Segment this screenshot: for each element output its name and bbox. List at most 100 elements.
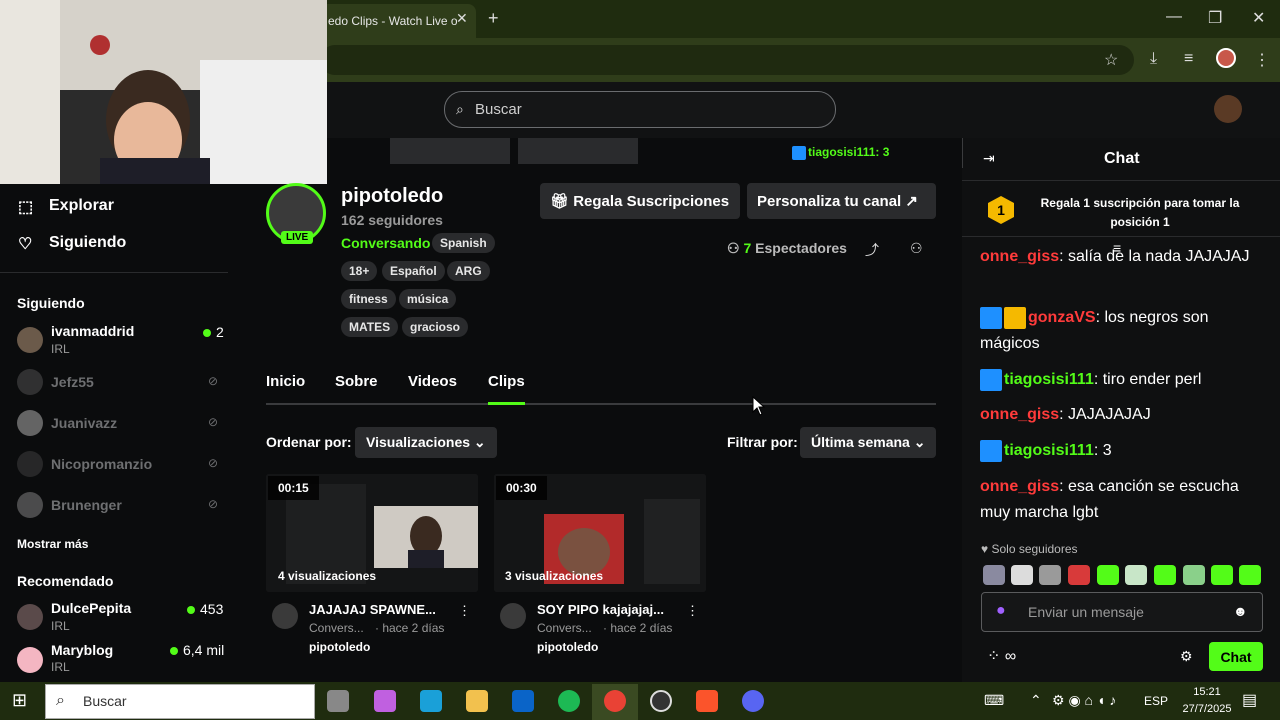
clip-title[interactable]: JAJAJAJ SPAWNE... bbox=[309, 602, 436, 617]
avatar[interactable] bbox=[272, 603, 298, 629]
keyboard-icon[interactable]: ⌨ bbox=[984, 692, 1004, 709]
edge-icon[interactable] bbox=[420, 690, 442, 712]
tag-chip[interactable]: 18+ bbox=[341, 261, 378, 281]
emote-icon[interactable] bbox=[1011, 565, 1033, 585]
sidebar-item-explorar[interactable]: Explorar bbox=[49, 197, 114, 215]
tag-chip[interactable]: ARG bbox=[447, 261, 490, 281]
emote-icon[interactable] bbox=[1039, 565, 1061, 585]
emote-icon[interactable] bbox=[1239, 565, 1261, 585]
avatar[interactable] bbox=[17, 604, 43, 630]
channel-name[interactable]: Juanivazz bbox=[51, 415, 117, 431]
channel-name[interactable]: Nicopromanzio bbox=[51, 456, 152, 472]
copilot-icon[interactable] bbox=[374, 690, 396, 712]
send-chat-button[interactable]: Chat bbox=[1209, 642, 1263, 671]
maximize-icon[interactable]: ❐ bbox=[1208, 8, 1222, 28]
avatar[interactable] bbox=[500, 603, 526, 629]
avatar[interactable] bbox=[17, 451, 43, 477]
channel-name[interactable]: Brunenger bbox=[51, 497, 122, 513]
chat-message: onne_giss: JAJAJAJAJ bbox=[980, 406, 1151, 423]
emote-icon[interactable] bbox=[1211, 565, 1233, 585]
clip-channel[interactable]: pipotoledo bbox=[537, 640, 598, 654]
clock-time[interactable]: 15:21 bbox=[1187, 686, 1227, 698]
tab-clips[interactable]: Clips bbox=[488, 373, 525, 390]
minimize-icon[interactable]: — bbox=[1166, 8, 1182, 26]
menu-icon[interactable]: ⋮ bbox=[1254, 50, 1270, 70]
collapse-chat-icon[interactable]: ⇥ bbox=[983, 150, 995, 167]
browser-tab[interactable]: edo Clips - Watch Live o bbox=[320, 4, 476, 38]
offline-icon: ⊘ bbox=[208, 415, 219, 429]
tag-chip[interactable]: fitness bbox=[341, 289, 396, 309]
notification-icon[interactable]: ▤ bbox=[1242, 690, 1257, 710]
more-icon[interactable]: ⋮ bbox=[686, 603, 699, 619]
emoji-icon[interactable]: ☻ bbox=[1233, 603, 1248, 619]
task-view-icon[interactable] bbox=[327, 690, 349, 712]
tag-chip[interactable]: gracioso bbox=[402, 317, 469, 337]
avatar[interactable] bbox=[17, 327, 43, 353]
channel-name[interactable]: DulcePepita bbox=[51, 600, 131, 616]
star-icon[interactable]: ☆ bbox=[1104, 50, 1118, 70]
emote-icon[interactable] bbox=[1125, 565, 1147, 585]
gift-promo-text[interactable]: Regala 1 suscripción para tomar la posic… bbox=[1032, 194, 1248, 232]
chrome-icon[interactable] bbox=[604, 690, 626, 712]
user-avatar[interactable] bbox=[1214, 95, 1242, 123]
file-explorer-icon[interactable] bbox=[466, 690, 488, 712]
language-tag[interactable]: Spanish bbox=[432, 233, 495, 253]
customize-channel-button[interactable]: Personaliza tu canal ↗ bbox=[747, 183, 936, 219]
clip-title[interactable]: SOY PIPO kajajajaj... bbox=[537, 602, 664, 617]
filter-dropdown[interactable]: Última semana ⌄ bbox=[800, 427, 937, 458]
brave-icon[interactable] bbox=[696, 690, 718, 712]
tab-videos[interactable]: Videos bbox=[408, 373, 457, 390]
gift-subs-button[interactable]: 🎁︎ Regala Suscripciones bbox=[540, 183, 740, 219]
clip-channel[interactable]: pipotoledo bbox=[309, 640, 370, 654]
emote-icon[interactable] bbox=[1154, 565, 1176, 585]
tag-chip[interactable]: música bbox=[399, 289, 457, 309]
sidebar-item-siguiendo[interactable]: Siguiendo bbox=[49, 234, 126, 252]
obs-icon[interactable] bbox=[650, 690, 672, 712]
follow-icon[interactable]: ⚇ bbox=[910, 240, 923, 257]
avatar[interactable] bbox=[17, 647, 43, 673]
emote-icon[interactable] bbox=[1068, 565, 1090, 585]
stream-category[interactable]: Conversando bbox=[341, 235, 430, 251]
spotify-icon[interactable] bbox=[558, 690, 580, 712]
following-heading: Siguiendo bbox=[17, 295, 85, 311]
media-icon[interactable]: ≡ bbox=[1184, 50, 1193, 68]
gear-icon[interactable]: ⚙ bbox=[1180, 648, 1193, 665]
tab-inicio[interactable]: Inicio bbox=[266, 373, 305, 390]
emote-icon[interactable] bbox=[1097, 565, 1119, 585]
show-more-link[interactable]: Mostrar más bbox=[17, 537, 88, 551]
avatar[interactable] bbox=[17, 410, 43, 436]
close-window-icon[interactable]: ✕ bbox=[1252, 8, 1265, 28]
tag-chip[interactable]: MATES bbox=[341, 317, 399, 337]
download-icon[interactable]: ⤓ bbox=[1150, 50, 1157, 68]
share-icon[interactable]: ⤴ bbox=[865, 240, 879, 260]
avatar[interactable] bbox=[17, 369, 43, 395]
order-dropdown[interactable]: Visualizaciones ⌄ bbox=[355, 427, 497, 458]
address-bar[interactable] bbox=[320, 45, 1134, 75]
channel-name[interactable]: Jefz55 bbox=[51, 374, 94, 390]
channel-name[interactable]: Maryblog bbox=[51, 642, 113, 658]
language-indicator[interactable]: ESP bbox=[1144, 694, 1168, 708]
tab-close-icon[interactable]: ✕ bbox=[456, 10, 468, 27]
clock-date[interactable]: 27/7/2025 bbox=[1174, 703, 1240, 715]
channel-name[interactable]: ivanmaddrid bbox=[51, 323, 134, 339]
emote-icon[interactable] bbox=[983, 565, 1005, 585]
kick-points-icon[interactable]: ⁘ ∞ bbox=[987, 646, 1016, 666]
chevron-up-icon[interactable]: ⌃ bbox=[1030, 692, 1042, 709]
chat-input-placeholder: Enviar un mensaje bbox=[1028, 604, 1144, 620]
discord-icon[interactable] bbox=[742, 690, 764, 712]
heart-icon: ♥ bbox=[981, 542, 992, 556]
outlook-icon[interactable] bbox=[512, 690, 534, 712]
chat-message: tiagosisi111: tiro ender perl bbox=[980, 367, 1250, 393]
windows-start-icon[interactable]: ⊞ bbox=[12, 690, 27, 711]
system-tray-icons[interactable]: ⚙ ◉ ⌂ ◖ ♪ bbox=[1052, 692, 1116, 709]
badge-icon bbox=[980, 306, 1002, 329]
chat-title: Chat bbox=[1104, 150, 1140, 167]
avatar[interactable] bbox=[17, 492, 43, 518]
new-tab-icon[interactable]: + bbox=[488, 8, 499, 29]
microphone-icon[interactable]: ● bbox=[996, 602, 1006, 620]
tab-sobre[interactable]: Sobre bbox=[335, 373, 378, 390]
profile-avatar[interactable] bbox=[1216, 48, 1236, 68]
more-icon[interactable]: ⋮ bbox=[458, 603, 471, 619]
emote-icon[interactable] bbox=[1183, 565, 1205, 585]
tag-chip[interactable]: Español bbox=[382, 261, 445, 281]
